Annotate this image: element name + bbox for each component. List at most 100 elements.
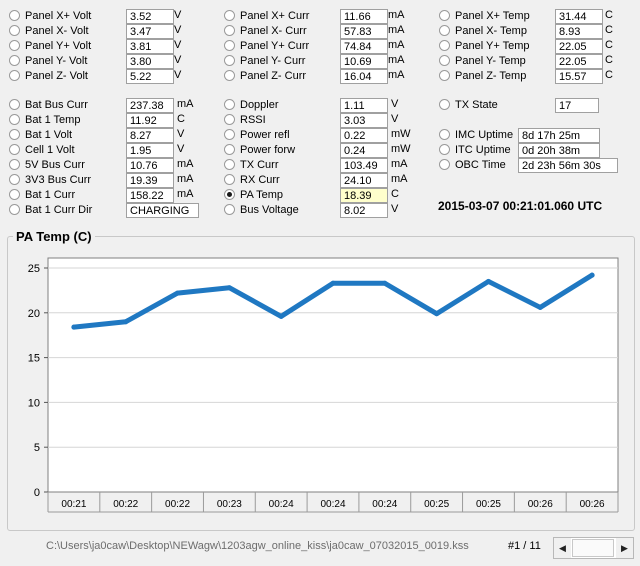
tx-state-label: TX State <box>455 99 498 111</box>
panel-y-temp-unit: C <box>605 54 613 66</box>
tx-state-radio[interactable] <box>439 99 450 110</box>
panel-y-temp-radio[interactable] <box>439 40 450 51</box>
power-refl-value: 0.22 <box>340 128 388 143</box>
3v3-bus-curr-label: 3V3 Bus Curr <box>25 174 92 186</box>
record-scrollbar[interactable]: ◀ ▶ <box>553 537 634 559</box>
panel-x-temp-label: Panel X+ Temp <box>455 10 530 22</box>
panel-y-curr-unit: mA <box>388 54 405 66</box>
rx-curr-label: RX Curr <box>240 174 280 186</box>
panel-x-curr-label: Panel X+ Curr <box>240 10 310 22</box>
itc-uptime-radio[interactable] <box>439 144 450 155</box>
panel-x-volt-radio[interactable] <box>9 25 20 36</box>
panel-y-volt-radio[interactable] <box>9 55 20 66</box>
panel-z-curr-value: 16.04 <box>340 69 388 84</box>
pa-temp-value: 18.39 <box>340 188 388 203</box>
pa-temp-unit: C <box>391 188 399 200</box>
doppler-unit: V <box>391 98 399 110</box>
pa-temp-chart: 0510152025 00:21 00:22 00:22 00:23 00:24 00:2… <box>28 257 619 513</box>
panel-z-curr-radio[interactable] <box>224 70 235 81</box>
panel-x-temp-radio[interactable] <box>439 10 450 21</box>
panel-x-curr-unit: mA <box>388 24 405 36</box>
cell-1-volt-radio[interactable] <box>9 144 20 155</box>
power-refl-radio[interactable] <box>224 129 235 140</box>
data-point <box>434 311 440 317</box>
panel-z-volt-value: 5.22 <box>126 69 174 84</box>
y-tick-label: 25 <box>28 263 40 275</box>
bus-voltage-radio[interactable] <box>224 204 235 215</box>
3v3-bus-curr-value: 19.39 <box>126 173 174 188</box>
tx-curr-radio[interactable] <box>224 159 235 170</box>
panel-y-volt-value: 3.80 <box>126 54 174 69</box>
pa-temp-radio[interactable] <box>224 189 235 200</box>
rssi-radio[interactable] <box>224 114 235 125</box>
y-tick-label: 10 <box>28 397 40 409</box>
imc-uptime-label: IMC Uptime <box>455 129 514 141</box>
data-point <box>175 290 181 296</box>
panel-y-temp-label: Panel Y- Temp <box>455 55 526 67</box>
bat-1-curr-radio[interactable] <box>9 189 20 200</box>
bat-1-volt-radio[interactable] <box>9 129 20 140</box>
panel-x-curr-radio[interactable] <box>224 25 235 36</box>
imc-uptime-radio[interactable] <box>439 129 450 140</box>
power-forw-unit: mW <box>391 143 411 155</box>
y-tick-label: 5 <box>34 442 40 454</box>
power-forw-radio[interactable] <box>224 144 235 155</box>
bat-bus-curr-radio[interactable] <box>9 99 20 110</box>
panel-z-curr-label: Panel Z- Curr <box>240 70 307 82</box>
panel-x-curr-radio[interactable] <box>224 10 235 21</box>
doppler-radio[interactable] <box>224 99 235 110</box>
cell-1-volt-unit: V <box>177 143 185 155</box>
y-tick-label: 0 <box>34 487 40 499</box>
3v3-bus-curr-radio[interactable] <box>9 174 20 185</box>
doppler-value: 1.11 <box>340 98 388 113</box>
panel-y-volt-label: Panel Y- Volt <box>25 55 88 67</box>
power-refl-label: Power refl <box>240 129 290 141</box>
panel-y-temp-radio[interactable] <box>439 55 450 66</box>
x-axis: 00:21 00:22 00:22 00:23 00:24 00:24 00:24 00:25… <box>47 492 619 513</box>
panel-y-curr-radio[interactable] <box>224 55 235 66</box>
panel-y-curr-unit: mA <box>388 39 405 51</box>
x-tick-label: 00:24 <box>320 499 345 510</box>
panel-x-volt-label: Panel X+ Volt <box>25 10 92 22</box>
bat-1-temp-radio[interactable] <box>9 114 20 125</box>
bat-1-curr-value: 158.22 <box>126 188 174 203</box>
panel-x-curr-value: 11.66 <box>340 9 388 24</box>
bat-1-curr-dir-radio[interactable] <box>9 204 20 215</box>
panel-z-temp-radio[interactable] <box>439 70 450 81</box>
right-arrow-icon[interactable]: ▶ <box>616 538 633 558</box>
panel-y-curr-radio[interactable] <box>224 40 235 51</box>
5v-bus-curr-radio[interactable] <box>9 159 20 170</box>
bat-1-curr-label: Bat 1 Curr <box>25 189 76 201</box>
left-arrow-icon[interactable]: ◀ <box>554 538 571 558</box>
itc-uptime-label: ITC Uptime <box>455 144 511 156</box>
panel-y-volt-value: 3.81 <box>126 39 174 54</box>
page-indicator: #1 / 11 <box>508 540 541 552</box>
panel-y-volt-unit: V <box>174 54 182 66</box>
bat-1-temp-value: 11.92 <box>126 113 174 128</box>
panel-x-curr-unit: mA <box>388 9 405 21</box>
rx-curr-radio[interactable] <box>224 174 235 185</box>
power-refl-unit: mW <box>391 128 411 140</box>
x-tick-label: 00:24 <box>269 499 294 510</box>
panel-x-temp-unit: C <box>605 9 613 21</box>
panel-y-volt-radio[interactable] <box>9 40 20 51</box>
panel-z-temp-unit: C <box>605 69 613 81</box>
panel-y-temp-unit: C <box>605 39 613 51</box>
panel-z-volt-radio[interactable] <box>9 70 20 81</box>
panel-x-volt-unit: V <box>174 24 182 36</box>
bat-1-curr-unit: mA <box>177 188 194 200</box>
panel-z-volt-unit: V <box>174 69 182 81</box>
panel-x-volt-radio[interactable] <box>9 10 20 21</box>
5v-bus-curr-value: 10.76 <box>126 158 174 173</box>
panel-y-curr-value: 74.84 <box>340 39 388 54</box>
panel-y-curr-label: Panel Y- Curr <box>240 55 306 67</box>
obc-time-radio[interactable] <box>439 159 450 170</box>
panel-x-temp-radio[interactable] <box>439 25 450 36</box>
obc-time-value: 2d 23h 56m 30s <box>518 158 618 173</box>
panel-z-temp-value: 15.57 <box>555 69 603 84</box>
power-forw-label: Power forw <box>240 144 296 156</box>
scrollbar-thumb[interactable] <box>572 539 614 557</box>
data-point <box>589 272 595 278</box>
file-path: C:\Users\ja0caw\Desktop\NEWagw\1203agw_o… <box>46 540 469 552</box>
panel-y-curr-label: Panel Y+ Curr <box>240 40 310 52</box>
